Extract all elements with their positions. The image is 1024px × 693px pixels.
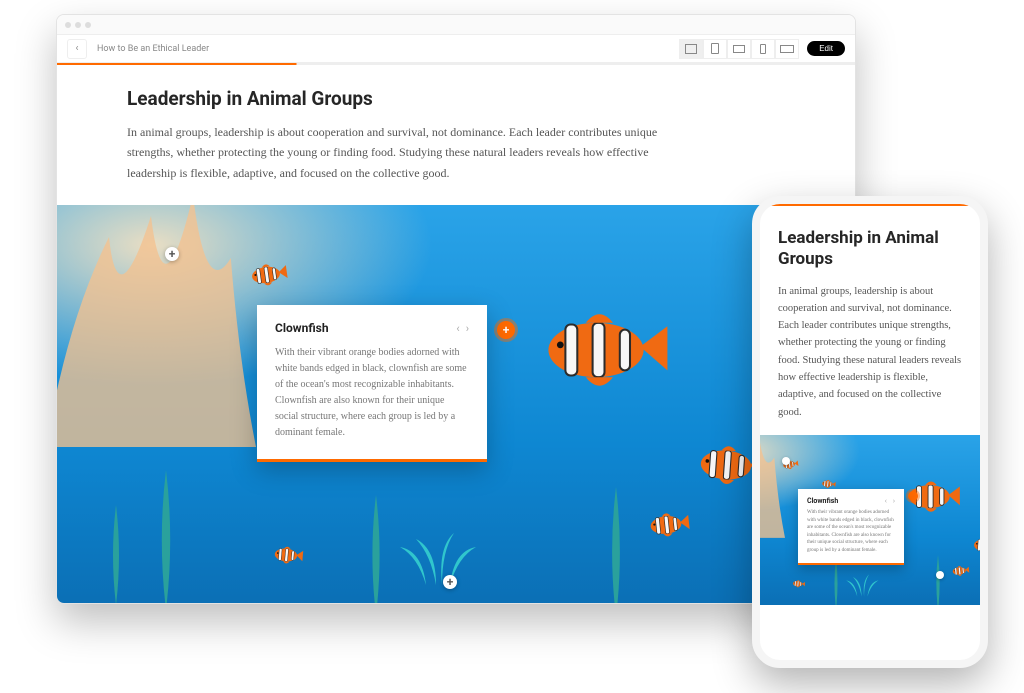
popup-title: Clownfish <box>275 321 456 335</box>
popup-next-button[interactable]: › <box>893 497 895 505</box>
desktop-icon <box>685 44 697 54</box>
widescreen-icon <box>780 45 794 53</box>
device-phone-button[interactable] <box>751 39 775 59</box>
popup-body: With their vibrant orange bodies adorned… <box>275 345 469 441</box>
phone-icon <box>760 44 766 54</box>
popup-title: Clownfish <box>807 497 885 505</box>
page-body-text: In animal groups, leadership is about co… <box>127 122 687 183</box>
edit-button[interactable]: Edit <box>807 41 845 56</box>
device-tablet-button[interactable] <box>703 39 727 59</box>
traffic-light-icon <box>85 22 91 28</box>
desktop-window: ‹ How to Be an Ethical Leader Edit Leade… <box>56 14 856 604</box>
device-preview-switcher <box>679 39 799 59</box>
breadcrumb: How to Be an Ethical Leader <box>97 44 679 54</box>
device-wide-button[interactable] <box>775 39 799 59</box>
back-button[interactable]: ‹ <box>67 39 87 59</box>
tablet-icon <box>711 43 719 54</box>
hotspot-marker[interactable] <box>936 571 944 579</box>
device-desktop-button[interactable] <box>679 39 703 59</box>
labeled-graphic-block: + + + Clownfish ‹ › With their vibrant o… <box>57 205 855 603</box>
popup-body: With their vibrant orange bodies adorned… <box>807 509 895 554</box>
toolbar: ‹ How to Be an Ethical Leader Edit <box>57 35 855 63</box>
popup-next-button[interactable]: › <box>466 322 469 335</box>
traffic-light-icon <box>65 22 71 28</box>
device-laptop-button[interactable] <box>727 39 751 59</box>
popup-prev-button[interactable]: ‹ <box>885 497 887 505</box>
hotspot-marker[interactable] <box>782 457 790 465</box>
phone-content: Leadership in Animal Groups In animal gr… <box>760 206 980 421</box>
labeled-graphic-block: Clownfish ‹ › With their vibrant orange … <box>760 435 980 605</box>
laptop-icon <box>733 45 745 53</box>
traffic-light-icon <box>75 22 81 28</box>
popup-prev-button[interactable]: ‹ <box>456 322 459 335</box>
popup-nav: ‹ › <box>456 322 469 335</box>
hotspot-popup: Clownfish ‹ › With their vibrant orange … <box>257 305 487 462</box>
phone-window: Leadership in Animal Groups In animal gr… <box>752 196 988 668</box>
page-heading: Leadership in Animal Groups <box>778 228 962 271</box>
popup-nav: ‹ › <box>885 497 895 505</box>
page-heading: Leadership in Animal Groups <box>127 87 785 110</box>
hotspot-marker-active[interactable] <box>908 491 918 501</box>
window-chrome <box>57 15 855 35</box>
page-content: Leadership in Animal Groups In animal gr… <box>57 65 855 603</box>
hotspot-popup: Clownfish ‹ › With their vibrant orange … <box>798 489 904 565</box>
page-body-text: In animal groups, leadership is about co… <box>778 283 962 422</box>
